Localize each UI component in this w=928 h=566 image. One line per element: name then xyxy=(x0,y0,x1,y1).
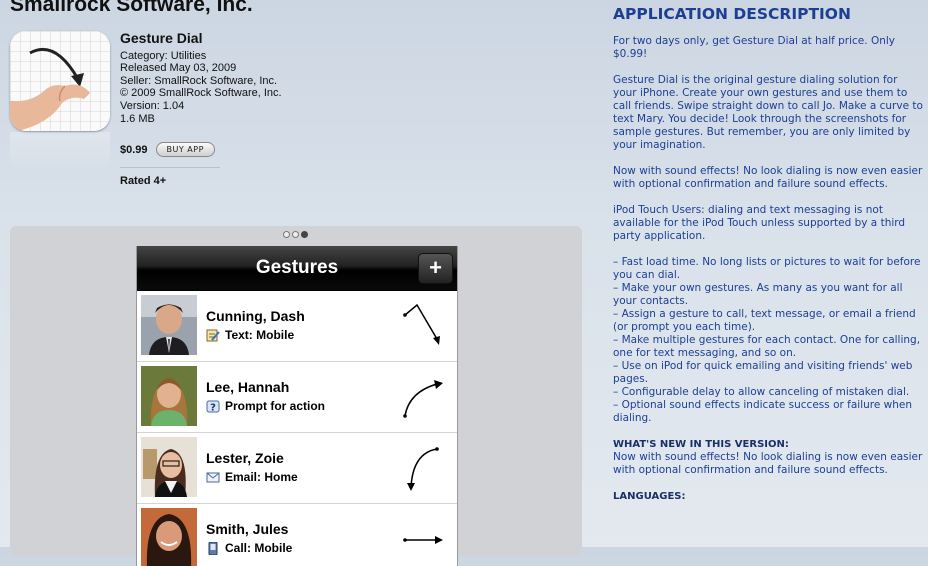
description-paragraph: Gesture Dial is the original gesture dia… xyxy=(613,74,923,151)
app-release-date: Released May 03, 2009 xyxy=(120,62,237,75)
gesture-glyph xyxy=(407,447,439,491)
app-icon-reflection xyxy=(10,132,110,172)
svg-text:?: ? xyxy=(210,402,216,413)
page-dot[interactable] xyxy=(283,231,290,238)
app-copyright: © 2009 SmallRock Software, Inc. xyxy=(120,87,282,100)
contact-photo xyxy=(141,437,197,497)
page-dot[interactable] xyxy=(292,231,299,238)
gesture-glyph xyxy=(403,536,443,544)
pagination-dots[interactable] xyxy=(283,231,308,238)
contact-row[interactable]: Lee, Hannah ? Prompt for action xyxy=(137,362,457,433)
contact-action-label: Call: Mobile xyxy=(225,541,293,555)
description-paragraph: Now with sound effects! No look dialing … xyxy=(613,165,923,190)
contact-name: Cunning, Dash xyxy=(206,308,305,324)
contact-action-label: Email: Home xyxy=(225,470,298,484)
app-category: Category: Utilities xyxy=(120,49,207,62)
contact-name: Smith, Jules xyxy=(206,521,289,537)
whats-new-text: Now with sound effects! No look dialing … xyxy=(613,451,923,476)
whats-new-heading: WHAT'S NEW IN THIS VERSION: xyxy=(613,439,789,450)
app-price: $0.99 xyxy=(120,143,148,156)
contact-action-label: Prompt for action xyxy=(225,399,326,413)
contact-photo xyxy=(141,366,197,426)
app-info: Gesture Dial Category: Utilities Release… xyxy=(120,30,282,125)
navigation-bar: Gestures + xyxy=(137,246,457,291)
contact-name: Lee, Hannah xyxy=(206,379,290,395)
contact-photo xyxy=(141,508,197,566)
screen-title: Gestures xyxy=(255,257,339,278)
screenshot-gallery[interactable]: Gestures + Cunning, Dash Text: Mobile Le… xyxy=(10,226,582,566)
page-dot-active[interactable] xyxy=(301,231,308,238)
description-paragraph: For two days only, get Gesture Dial at h… xyxy=(613,35,895,60)
contact-name: Lester, Zoie xyxy=(206,450,284,466)
developer-title: Smallrock Software, Inc. xyxy=(10,0,253,16)
application-description: APPLICATION DESCRIPTION For two days onl… xyxy=(613,5,923,503)
gesture-glyph xyxy=(403,380,443,418)
add-gesture-button[interactable]: + xyxy=(418,253,453,284)
envelope-icon xyxy=(206,471,220,484)
contact-action: ? Prompt for action xyxy=(206,399,325,413)
contact-action: Email: Home xyxy=(206,470,298,484)
feature-list: – Fast load time. No long lists or pictu… xyxy=(613,256,921,424)
contact-action: Call: Mobile xyxy=(206,541,292,555)
contact-action: Text: Mobile xyxy=(206,328,294,342)
description-heading: APPLICATION DESCRIPTION xyxy=(613,5,851,23)
contact-row[interactable]: Lester, Zoie Email: Home xyxy=(137,433,457,504)
app-version: Version: 1.04 xyxy=(120,99,185,112)
question-icon: ? xyxy=(206,400,220,413)
contact-row[interactable]: Smith, Jules Call: Mobile xyxy=(137,504,457,566)
app-name: Gesture Dial xyxy=(120,30,203,46)
buy-app-button[interactable]: BUY APP xyxy=(155,142,215,157)
gesture-glyph xyxy=(403,303,440,345)
contact-row[interactable]: Cunning, Dash Text: Mobile xyxy=(137,291,457,362)
app-icon[interactable] xyxy=(10,31,110,131)
phone-icon xyxy=(206,541,220,555)
notepad-icon xyxy=(206,329,220,342)
contact-photo xyxy=(141,295,197,355)
age-rating: Rated 4+ xyxy=(120,175,167,187)
price-row: $0.99 BUY APP xyxy=(120,142,215,157)
divider xyxy=(120,167,220,168)
languages-heading: LANGUAGES: xyxy=(613,491,686,502)
app-seller: Seller: SmallRock Software, Inc. xyxy=(120,74,278,87)
description-paragraph: iPod Touch Users: dialing and text messa… xyxy=(613,204,906,242)
app-size: 1.6 MB xyxy=(120,112,155,125)
contact-action-label: Text: Mobile xyxy=(225,328,295,342)
app-screenshot: Gestures + Cunning, Dash Text: Mobile Le… xyxy=(136,246,458,566)
